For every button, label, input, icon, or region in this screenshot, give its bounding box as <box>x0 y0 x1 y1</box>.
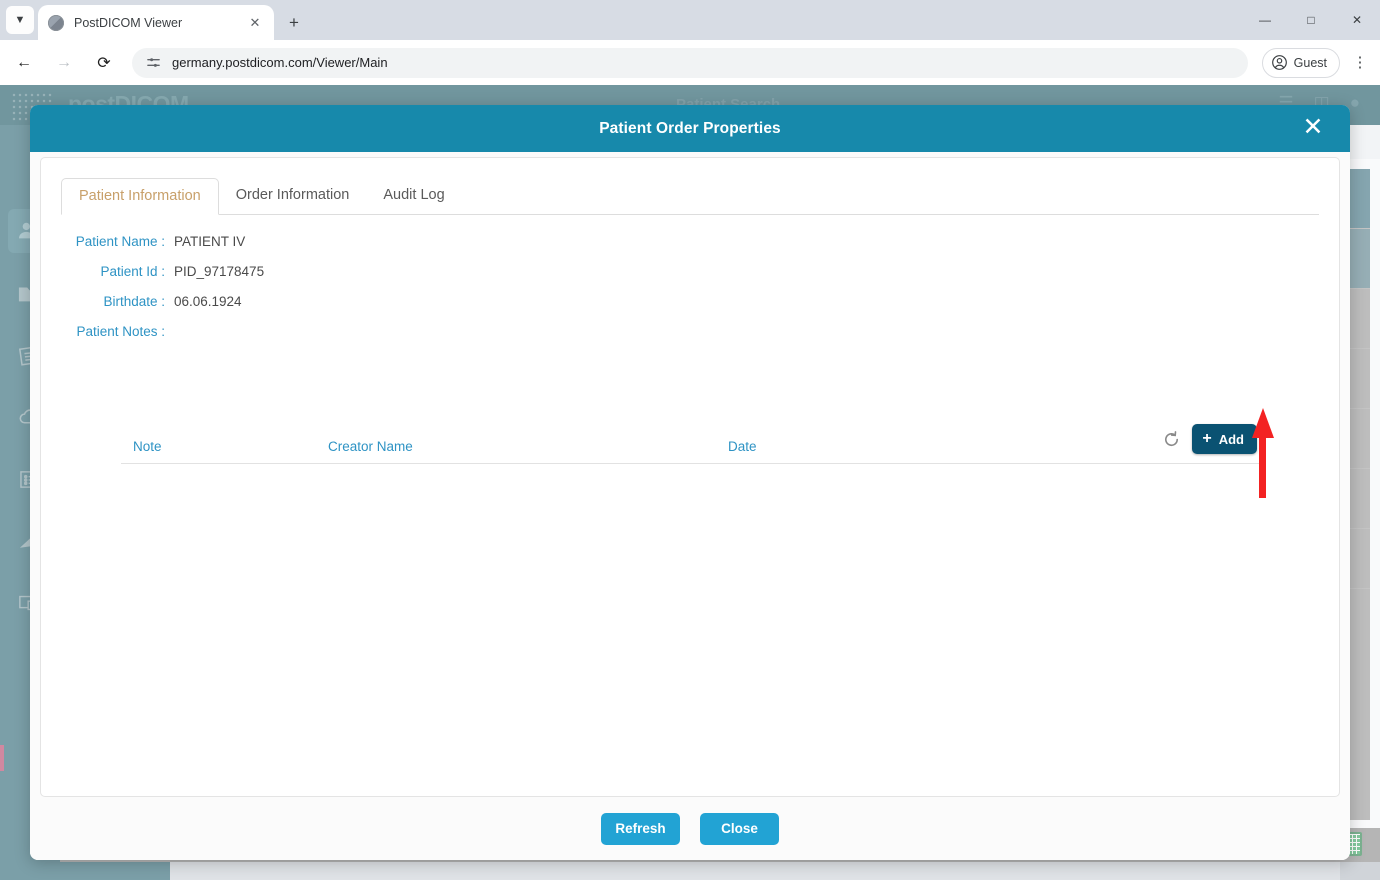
add-note-button[interactable]: + Add <box>1192 424 1257 454</box>
patient-order-properties-dialog: Patient Order Properties ✕ Patient Infor… <box>30 105 1350 860</box>
value-birthdate: 06.06.1924 <box>174 294 242 309</box>
info-row-patient-name: Patient Name : PATIENT IV <box>61 234 264 264</box>
address-bar-url: germany.postdicom.com/Viewer/Main <box>172 55 388 70</box>
dialog-title: Patient Order Properties <box>599 120 781 138</box>
column-note[interactable]: Note <box>133 439 162 454</box>
plus-icon[interactable]: + <box>280 9 308 37</box>
tab-search-icon[interactable]: ▼ <box>6 6 34 34</box>
site-settings-icon[interactable] <box>144 54 162 72</box>
label-birthdate: Birthdate : <box>61 294 174 309</box>
label-patient-name: Patient Name : <box>61 234 174 249</box>
value-patient-id: PID_97178475 <box>174 264 264 279</box>
minimize-icon[interactable]: — <box>1242 0 1288 40</box>
tab-patient-information[interactable]: Patient Information <box>61 178 219 215</box>
back-arrow-icon[interactable]: ← <box>8 47 40 79</box>
postdicom-favicon <box>48 15 64 31</box>
patient-info-list: Patient Name : PATIENT IV Patient Id : P… <box>61 234 264 354</box>
dialog-body: Patient Information Order Information Au… <box>40 157 1340 797</box>
plus-icon: + <box>1202 431 1211 447</box>
maximize-icon[interactable]: □ <box>1288 0 1334 40</box>
account-circle-icon <box>1271 54 1288 71</box>
dialog-tabs: Patient Information Order Information Au… <box>61 177 1319 215</box>
reload-icon[interactable]: ⟳ <box>88 47 120 79</box>
red-up-arrow-annotation <box>1252 408 1274 498</box>
close-icon[interactable]: ✕ <box>246 14 264 32</box>
patient-notes-table: Note Creator Name Date + Add <box>121 426 1259 464</box>
info-row-birthdate: Birthdate : 06.06.1924 <box>61 294 264 324</box>
address-bar[interactable]: germany.postdicom.com/Viewer/Main <box>132 48 1248 78</box>
browser-tab-strip: ▼ PostDICOM Viewer ✕ + — □ ✕ <box>0 0 1380 40</box>
label-patient-id: Patient Id : <box>61 264 174 279</box>
value-patient-name: PATIENT IV <box>174 234 245 249</box>
browser-toolbar: ← → ⟳ germany.postdicom.com/Viewer/Main … <box>0 40 1380 85</box>
notes-actions: + Add <box>1160 424 1257 454</box>
notes-table-header: Note Creator Name Date + Add <box>121 426 1259 464</box>
window-controls: — □ ✕ <box>1242 0 1380 40</box>
close-icon[interactable]: ✕ <box>1298 114 1328 144</box>
column-date[interactable]: Date <box>728 439 757 454</box>
info-row-patient-id: Patient Id : PID_97178475 <box>61 264 264 294</box>
add-note-label: Add <box>1219 432 1244 447</box>
forward-arrow-icon: → <box>48 47 80 79</box>
screen: ▼ PostDICOM Viewer ✕ + — □ ✕ ← → ⟳ germa… <box>0 0 1380 880</box>
kebab-menu-icon[interactable]: ⋮ <box>1346 47 1374 79</box>
close-button[interactable]: Close <box>700 813 779 845</box>
refresh-icon[interactable] <box>1160 428 1182 450</box>
profile-label: Guest <box>1294 56 1327 70</box>
profile-button[interactable]: Guest <box>1262 48 1340 78</box>
label-patient-notes: Patient Notes : <box>61 324 174 339</box>
dialog-header: Patient Order Properties ✕ <box>30 105 1350 152</box>
column-creator-name[interactable]: Creator Name <box>328 439 413 454</box>
info-row-patient-notes: Patient Notes : <box>61 324 264 354</box>
tab-audit-log[interactable]: Audit Log <box>366 178 461 213</box>
refresh-button[interactable]: Refresh <box>601 813 680 845</box>
browser-tab-title: PostDICOM Viewer <box>74 16 246 30</box>
tab-order-information[interactable]: Order Information <box>219 178 367 213</box>
dialog-footer: Refresh Close <box>30 797 1350 860</box>
window-close-icon[interactable]: ✕ <box>1334 0 1380 40</box>
browser-tab[interactable]: PostDICOM Viewer ✕ <box>38 5 274 40</box>
